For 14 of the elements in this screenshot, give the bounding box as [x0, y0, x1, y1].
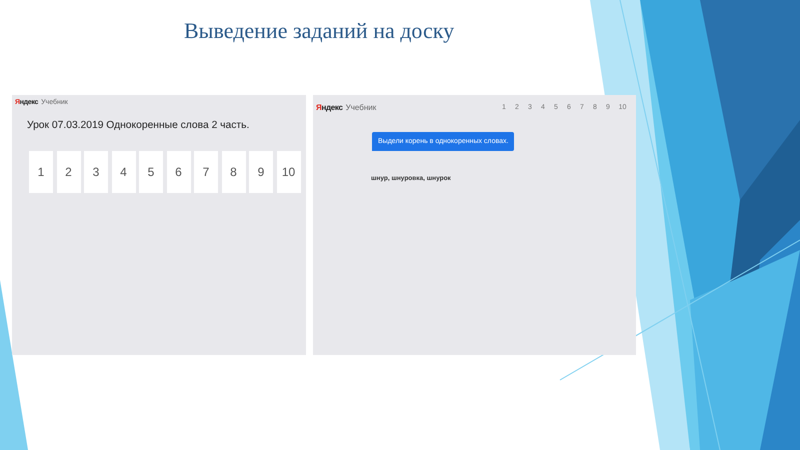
task-card[interactable]: 4 [112, 151, 136, 193]
brand-logo-text: Яндекс [316, 103, 343, 112]
product-name: Учебник [346, 103, 376, 112]
lesson-title: Урок 07.03.2019 Однокоренные слова 2 часть. [27, 120, 250, 131]
task-card[interactable]: 6 [166, 151, 190, 193]
task-card[interactable]: 2 [56, 151, 80, 193]
task-card[interactable]: 5 [139, 151, 163, 193]
task-card[interactable]: 1 [29, 151, 53, 193]
task-card[interactable]: 3 [84, 151, 108, 193]
slide-title: Выведение заданий на доску [184, 18, 454, 44]
task-card[interactable]: 8 [222, 151, 246, 193]
task-card[interactable]: 9 [249, 151, 273, 193]
task-card[interactable]: 7 [194, 151, 218, 193]
task-card[interactable]: 10 [276, 151, 300, 193]
